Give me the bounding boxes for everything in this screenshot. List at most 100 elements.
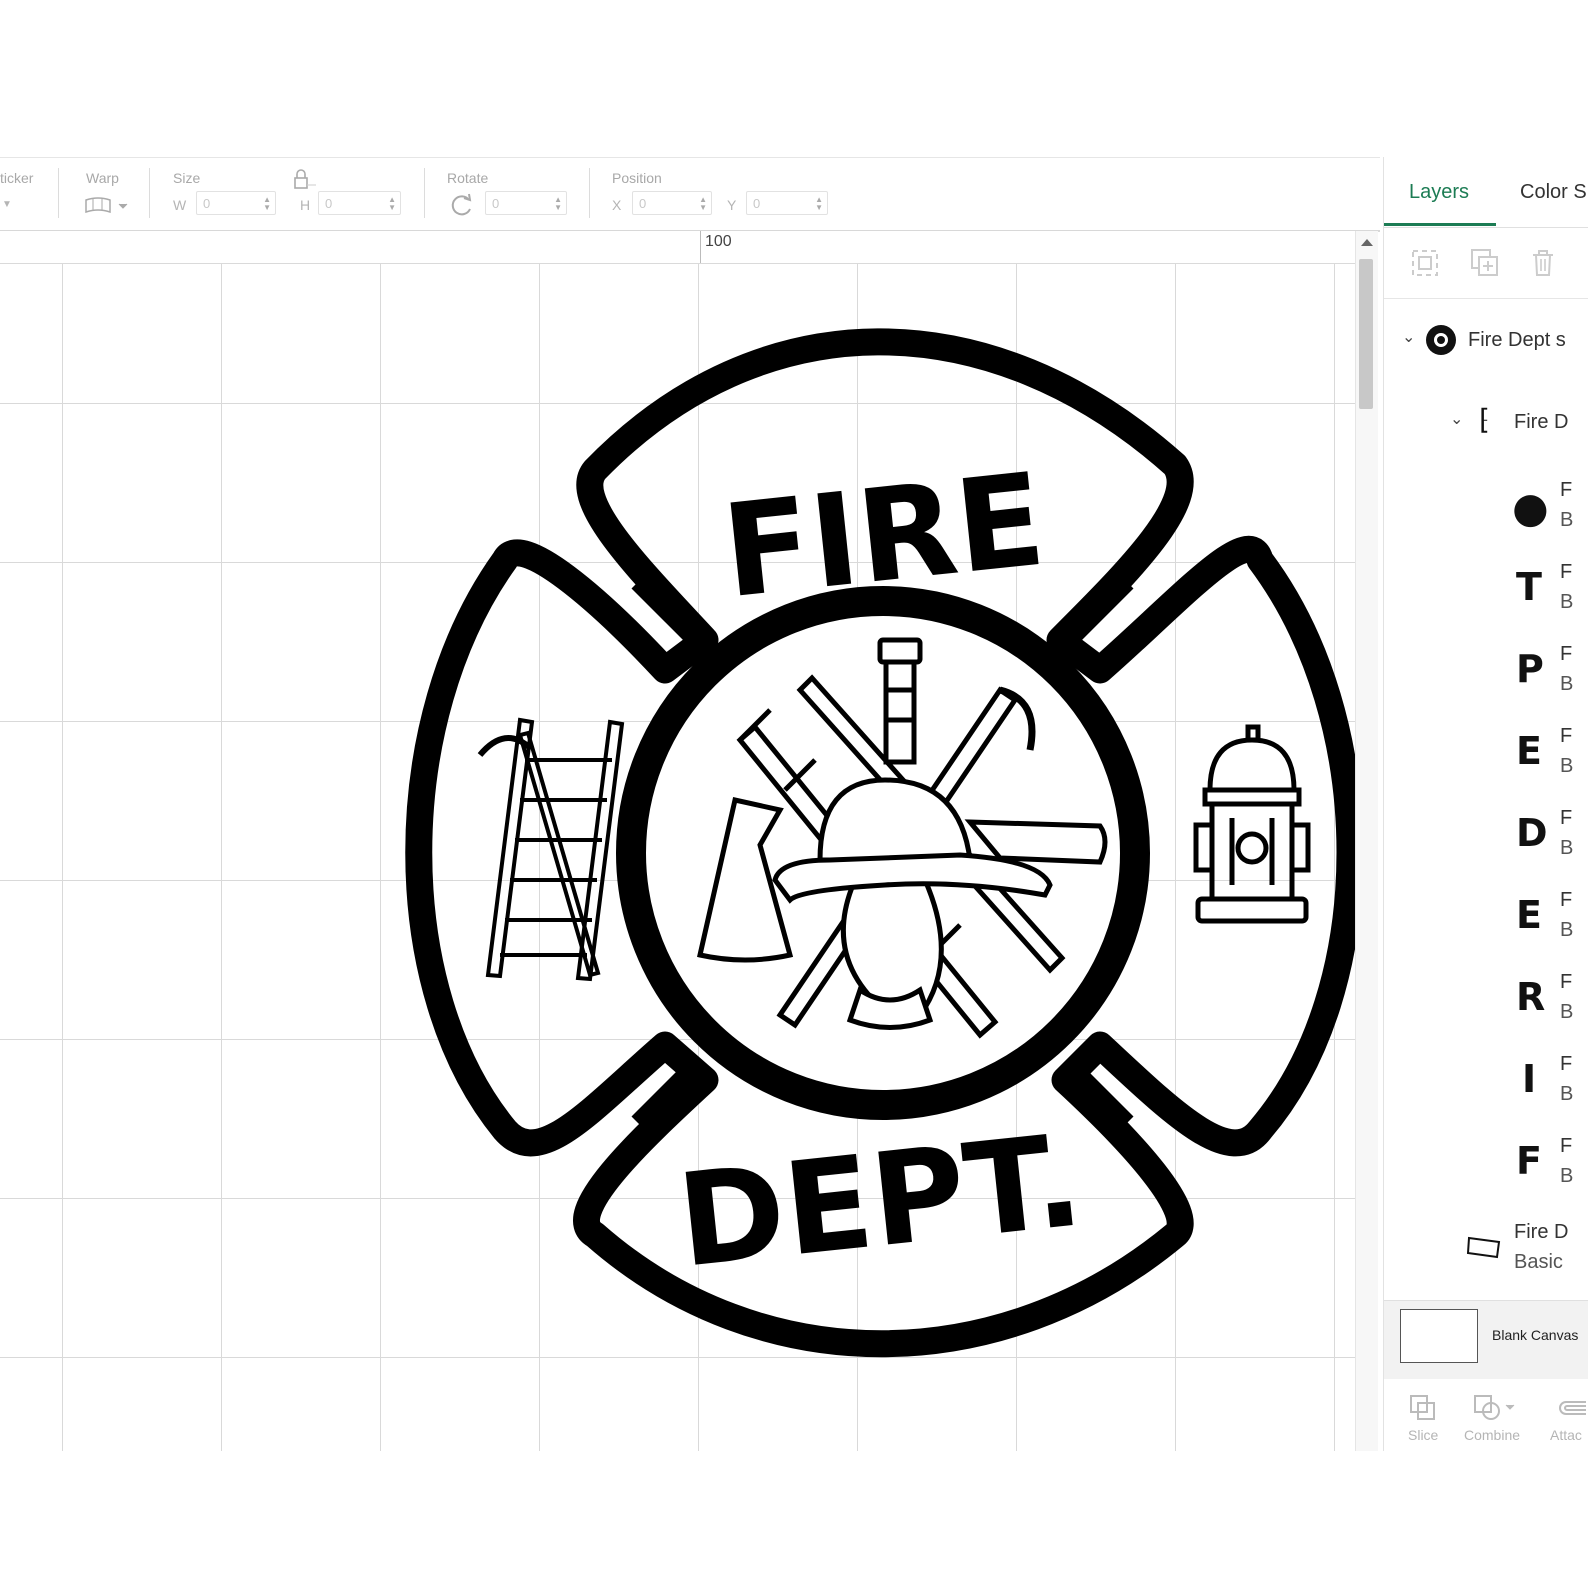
layer-title: F <box>1560 889 1573 911</box>
height-prefix: H <box>300 197 311 213</box>
layer-actions <box>1384 228 1588 299</box>
attach-icon[interactable] <box>1556 1393 1588 1423</box>
layer-row-basic-shape[interactable]: Fire D Basic <box>1384 1207 1588 1287</box>
combine-label: Combine <box>1464 1427 1521 1443</box>
lock-icon[interactable] <box>292 168 320 194</box>
width-input[interactable]: 0 ▲ ▼ <box>196 191 276 215</box>
warp-icon[interactable] <box>84 196 130 216</box>
layer-subtitle: Basic <box>1514 1251 1563 1273</box>
height-stepper-icon[interactable]: ▲ ▼ <box>388 196 396 212</box>
layer-title: F <box>1560 643 1573 665</box>
y-value: 0 <box>753 196 761 211</box>
layer-title: Fire D <box>1514 1221 1569 1243</box>
y-prefix: Y <box>727 197 737 213</box>
layer-thumbnail: F <box>1516 1139 1542 1183</box>
layer-title: F <box>1560 807 1573 829</box>
layer-group-row[interactable]: ⌄ Fire Dept s <box>1384 307 1588 377</box>
panel-tabs: Layers Color S <box>1384 157 1588 228</box>
horizontal-ruler: 100 <box>0 231 1355 264</box>
layer-title: F <box>1560 561 1573 583</box>
layer-subtitle: B <box>1560 1083 1574 1105</box>
design-canvas[interactable]: FIRE DEPT. <box>0 264 1355 1451</box>
hydrant-icon <box>1193 724 1311 924</box>
slice-icon[interactable] <box>1408 1393 1438 1423</box>
layer-thumbnail: R <box>1516 975 1546 1019</box>
layer-subtitle: B <box>1560 919 1574 941</box>
layer-title: F <box>1560 971 1573 993</box>
group-layer-name: Fire Dept s <box>1468 329 1566 351</box>
sticker-label: ticker <box>0 170 34 186</box>
layer-subtitle: B <box>1560 673 1574 695</box>
ruler-tick <box>700 231 701 263</box>
toolbar-divider <box>424 168 425 218</box>
layer-row[interactable]: P F B <box>1384 631 1588 711</box>
attach-label: Attac <box>1550 1427 1582 1443</box>
layer-thumbnail: P <box>1516 647 1544 691</box>
sticker-dropdown-arrow-icon[interactable]: ▼ <box>2 199 12 210</box>
layer-subtitle: B <box>1560 1165 1574 1187</box>
layer-row[interactable]: F F B <box>1384 1123 1588 1203</box>
height-input[interactable]: 0 ▲ ▼ <box>318 191 401 215</box>
text-thumbnail-icon: ⁅ <box>1479 404 1490 435</box>
scroll-up-icon[interactable] <box>1361 239 1373 246</box>
layer-subtitle: B <box>1560 591 1574 613</box>
rotate-label: Rotate <box>447 170 489 186</box>
warp-label: Warp <box>86 170 119 186</box>
layer-row[interactable]: I F B <box>1384 1041 1588 1121</box>
toolbar-divider <box>149 168 150 218</box>
scroll-thumb[interactable] <box>1359 259 1373 409</box>
layer-subtitle: B <box>1560 837 1574 859</box>
layer-subtitle: B <box>1560 755 1574 777</box>
fire-dept-emblem[interactable]: FIRE DEPT. <box>0 264 1355 1451</box>
chevron-down-icon[interactable]: ⌄ <box>1402 327 1415 347</box>
tab-layers[interactable]: Layers <box>1409 181 1469 204</box>
layer-row[interactable]: R F B <box>1384 959 1588 1039</box>
delete-icon[interactable] <box>1528 248 1558 278</box>
x-stepper-icon[interactable]: ▲ ▼ <box>699 196 707 212</box>
layer-title: F <box>1560 1053 1573 1075</box>
emblem-dept-text: DEPT. <box>671 1106 1088 1296</box>
rotate-icon[interactable] <box>449 192 475 218</box>
layer-row[interactable]: D F B <box>1384 795 1588 875</box>
blank-canvas-row[interactable]: Blank Canvas <box>1384 1300 1588 1379</box>
width-stepper-icon[interactable]: ▲ ▼ <box>263 196 271 212</box>
blank-canvas-label: Blank Canvas <box>1492 1327 1579 1343</box>
group-icon[interactable] <box>1410 248 1440 278</box>
y-position-input[interactable]: 0 ▲ ▼ <box>746 191 828 215</box>
layer-row[interactable]: ● F B <box>1384 467 1588 547</box>
duplicate-icon[interactable] <box>1470 248 1500 278</box>
layer-thumbnail: D <box>1516 811 1548 855</box>
layer-title: F <box>1560 1135 1573 1157</box>
layer-bottom-actions: Slice Combine Attac <box>1384 1379 1588 1451</box>
ladder-icon <box>477 717 625 982</box>
layer-title: F <box>1560 479 1573 501</box>
layer-subtitle: B <box>1560 1001 1574 1023</box>
layer-thumbnail: ● <box>1512 483 1549 532</box>
tab-color-sync[interactable]: Color S <box>1520 181 1587 204</box>
layer-row[interactable]: E F B <box>1384 877 1588 957</box>
slice-label: Slice <box>1408 1427 1439 1443</box>
x-position-input[interactable]: 0 ▲ ▼ <box>632 191 712 215</box>
canvas-color-swatch[interactable] <box>1400 1309 1478 1363</box>
emblem-fire-text: FIRE <box>716 446 1051 628</box>
shape-thumbnail-icon <box>1466 1236 1501 1259</box>
rotate-stepper-icon[interactable]: ▲ ▼ <box>554 196 562 212</box>
layer-subgroup-row[interactable]: ⌄ ⁅ Fire D <box>1384 387 1588 457</box>
rotate-value: 0 <box>492 196 500 211</box>
toolbar-divider <box>589 168 590 218</box>
chevron-down-icon[interactable]: ⌄ <box>1450 409 1463 429</box>
layer-row[interactable]: E F B <box>1384 713 1588 793</box>
toolbar-divider <box>58 168 59 218</box>
edit-toolbar: ticker ▼ Warp Size W 0 ▲ ▼ H 0 ▲ ▼ Rotate … <box>0 157 1380 232</box>
y-stepper-icon[interactable]: ▲ ▼ <box>815 196 823 212</box>
height-value: 0 <box>325 196 333 211</box>
width-prefix: W <box>173 197 187 213</box>
layer-row[interactable]: T F B <box>1384 549 1588 629</box>
layer-thumbnail: E <box>1516 893 1542 937</box>
x-prefix: X <box>612 197 622 213</box>
layers-panel: Layers Color S ⌄ Fire Dept s ⌄ ⁅ Fire D <box>1383 157 1588 1451</box>
rotate-input[interactable]: 0 ▲ ▼ <box>485 191 567 215</box>
combine-icon[interactable] <box>1472 1393 1516 1423</box>
layer-thumbnail: I <box>1522 1057 1537 1101</box>
vertical-scrollbar[interactable] <box>1355 231 1378 1451</box>
